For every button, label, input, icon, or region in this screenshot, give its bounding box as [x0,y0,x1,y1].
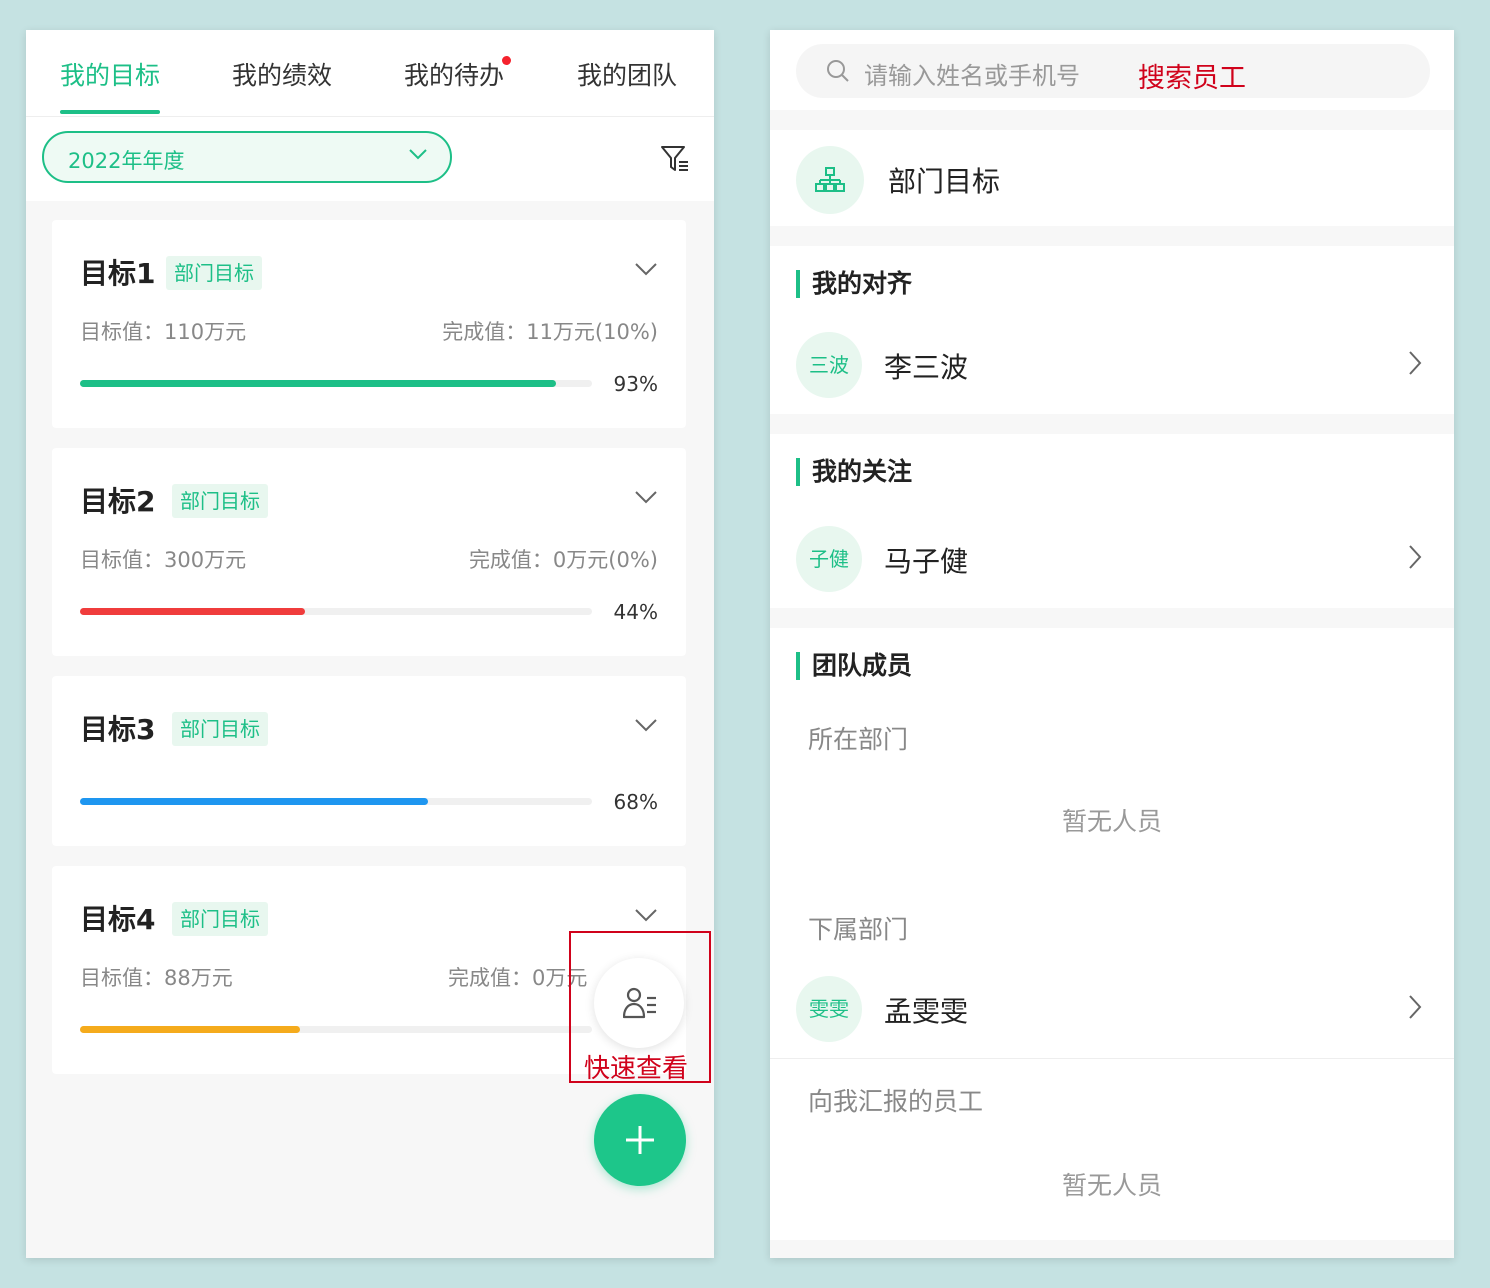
progress-percent: 44% [613,600,658,624]
goal-completed-value: 完成值：0万元(0%) [468,548,658,572]
chevron-down-icon[interactable] [634,262,658,276]
section-heading: 我的对齐 [796,270,912,298]
search-icon [827,60,849,82]
goal-card[interactable]: 目标2 部门目标 目标值：300万元 完成值：0万元(0%) 44% [52,448,686,656]
goal-title: 目标4 [80,903,156,936]
progress-percent: 68% [613,790,658,814]
current-dept-label: 所在部门 [808,725,909,754]
divider [770,1058,1454,1059]
year-select-value: 2022年年度 [68,149,185,173]
chevron-right-icon [1409,995,1422,1019]
goals-panel: 我的目标 我的绩效 我的待办 我的团队 2022年年度 目标1 部门目标 目标值… [26,30,714,1258]
tab-my-goals[interactable]: 我的目标 [60,56,160,92]
search-bar: 请输入姓名或手机号 搜索员工 [770,30,1454,110]
search-placeholder: 请输入姓名或手机号 [864,62,1080,90]
notification-dot [502,56,511,65]
person-row[interactable]: 子健 马子健 [770,512,1454,608]
goal-title: 目标1 [80,257,156,290]
progress-track [80,380,592,387]
goal-type-tag: 部门目标 [166,256,262,290]
goal-completed-value: 完成值：0万元 [448,966,588,990]
avatar: 雯雯 [796,976,862,1042]
person-row[interactable]: 雯雯 孟雯雯 [770,962,1454,1058]
person-name: 李三波 [884,351,969,384]
add-goal-button[interactable] [594,1094,686,1186]
follow-section: 我的关注 子健 马子健 [770,434,1454,608]
section-heading: 我的关注 [796,458,912,486]
progress-fill [80,798,429,805]
progress-track [80,798,592,805]
tab-my-team[interactable]: 我的团队 [577,56,677,92]
dept-goal-row[interactable]: 部门目标 [770,130,1454,226]
progress-track [80,1026,592,1033]
goal-target-value: 目标值：88万元 [80,966,233,990]
goal-type-tag: 部门目标 [172,902,268,936]
chevron-down-icon[interactable] [634,718,658,732]
team-panel: 请输入姓名或手机号 搜索员工 部门目标 我的对齐 三波 李三波 我的关注 子健 … [770,30,1454,1258]
dept-goal-label: 部门目标 [888,165,1001,198]
progress-fill [80,608,306,615]
chevron-down-icon [409,149,427,160]
goal-card[interactable]: 目标1 部门目标 目标值：110万元 完成值：11万元(10%) 93% [52,220,686,428]
quick-view-annotation: 快速查看 [584,1054,689,1084]
search-annotation: 搜索员工 [1138,63,1246,94]
search-input[interactable]: 请输入姓名或手机号 搜索员工 [796,44,1430,98]
chevron-right-icon [1409,351,1422,375]
goal-title: 目标3 [80,713,156,746]
person-name: 马子健 [884,545,969,578]
tab-bar: 我的目标 我的绩效 我的待办 我的团队 [26,30,714,117]
avatar: 子健 [796,526,862,592]
dept-icon-circle [796,146,864,214]
goal-type-tag: 部门目标 [172,484,268,518]
alignment-section: 我的对齐 三波 李三波 [770,246,1454,414]
org-chart-icon [815,167,845,192]
progress-fill [80,1026,301,1033]
reports-label: 向我汇报的员工 [808,1087,984,1116]
progress-track [80,608,592,615]
year-select[interactable]: 2022年年度 [42,131,452,183]
empty-state: 暂无人员 [1061,1171,1162,1200]
section-heading: 团队成员 [796,652,912,680]
progress-percent: 93% [613,372,658,396]
tab-my-todo[interactable]: 我的待办 [404,56,504,92]
chevron-right-icon [1409,545,1422,569]
chevron-down-icon[interactable] [634,490,658,504]
person-row[interactable]: 三波 李三波 [770,318,1454,414]
goal-title: 目标2 [80,485,156,518]
goal-target-value: 目标值：110万元 [80,320,247,344]
person-name: 孟雯雯 [884,995,969,1028]
goal-completed-value: 完成值：11万元(10%) [442,320,658,344]
tab-my-performance[interactable]: 我的绩效 [232,56,332,92]
filter-bar: 2022年年度 [26,117,714,201]
team-members-section: 团队成员 所在部门 暂无人员 下属部门 雯雯 孟雯雯 向我汇报的员工 暂无人员 [770,628,1454,1240]
avatar: 三波 [796,332,862,398]
active-tab-indicator [60,110,160,114]
progress-fill [80,380,557,387]
sub-dept-label: 下属部门 [808,915,909,944]
goal-target-value: 目标值：300万元 [80,548,247,572]
plus-icon [626,1126,654,1154]
goal-card[interactable]: 目标3 部门目标 68% [52,676,686,846]
goal-type-tag: 部门目标 [172,712,268,746]
chevron-down-icon[interactable] [634,908,658,922]
filter-icon[interactable] [660,145,690,173]
empty-state: 暂无人员 [1061,807,1162,836]
